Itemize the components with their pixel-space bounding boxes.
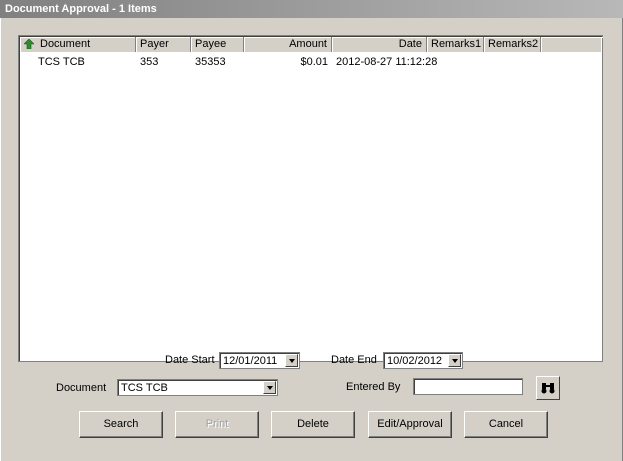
date-end-value: 10/02/2012: [387, 355, 443, 367]
cell-date: 2012-08-27 11:12:28: [336, 56, 438, 68]
window-title: Document Approval - 1 Items: [0, 0, 623, 18]
list-header: Document Payer Payee Amount Date Remarks…: [20, 37, 601, 52]
date-start-dropdown-icon[interactable]: [285, 354, 298, 367]
column-header-filler: [541, 37, 603, 52]
column-header-date[interactable]: Date: [332, 37, 427, 52]
search-button[interactable]: Search: [79, 411, 163, 438]
column-header-remarks2[interactable]: Remarks2: [484, 37, 541, 52]
cell-document: TCS TCB: [38, 56, 85, 68]
document-filter-dropdown-icon[interactable]: [263, 381, 276, 394]
date-end-label: Date End: [331, 354, 377, 366]
entered-by-label: Entered By: [346, 381, 401, 393]
date-start-value: 12/01/2011: [223, 355, 278, 367]
column-header-document[interactable]: Document: [20, 37, 136, 52]
column-header-payee[interactable]: Payee: [191, 37, 244, 52]
date-end-dropdown-icon[interactable]: [448, 354, 461, 367]
cell-remarks1: [442, 54, 484, 70]
find-user-button[interactable]: [536, 376, 560, 400]
cell-payer: 353: [140, 56, 159, 68]
column-label-document: Document: [40, 38, 91, 50]
cell-payee: 35353: [195, 56, 226, 68]
cancel-button[interactable]: Cancel: [464, 411, 548, 438]
delete-button[interactable]: Delete: [271, 411, 355, 438]
print-button[interactable]: Print: [175, 411, 259, 438]
edit-approval-button[interactable]: Edit/Approval: [368, 411, 452, 438]
document-filter-label: Document: [56, 382, 107, 394]
document-approval-window: Document Payer Payee Amount Date Remarks…: [0, 18, 623, 461]
cell-remarks2: [484, 54, 541, 70]
sort-up-arrow-icon: [24, 39, 34, 50]
date-start-picker[interactable]: 12/01/2011: [219, 352, 300, 369]
date-start-label: Date Start: [165, 354, 215, 366]
column-header-amount[interactable]: Amount: [244, 37, 332, 52]
date-end-picker[interactable]: 10/02/2012: [383, 352, 463, 369]
entered-by-input[interactable]: [413, 378, 523, 395]
list-body: TCS TCB 353 35353 $0.01 2012-08-27 11:12…: [20, 52, 601, 360]
binoculars-icon: [541, 383, 555, 394]
table-row[interactable]: TCS TCB 353 35353 $0.01 2012-08-27 11:12…: [20, 54, 601, 70]
column-header-payer[interactable]: Payer: [136, 37, 191, 52]
document-list[interactable]: Document Payer Payee Amount Date Remarks…: [18, 35, 603, 362]
column-header-remarks1[interactable]: Remarks1: [427, 37, 484, 52]
document-filter-value: TCS TCB: [121, 382, 168, 394]
document-filter-select[interactable]: TCS TCB: [117, 379, 278, 396]
cell-amount: $0.01: [300, 56, 328, 68]
